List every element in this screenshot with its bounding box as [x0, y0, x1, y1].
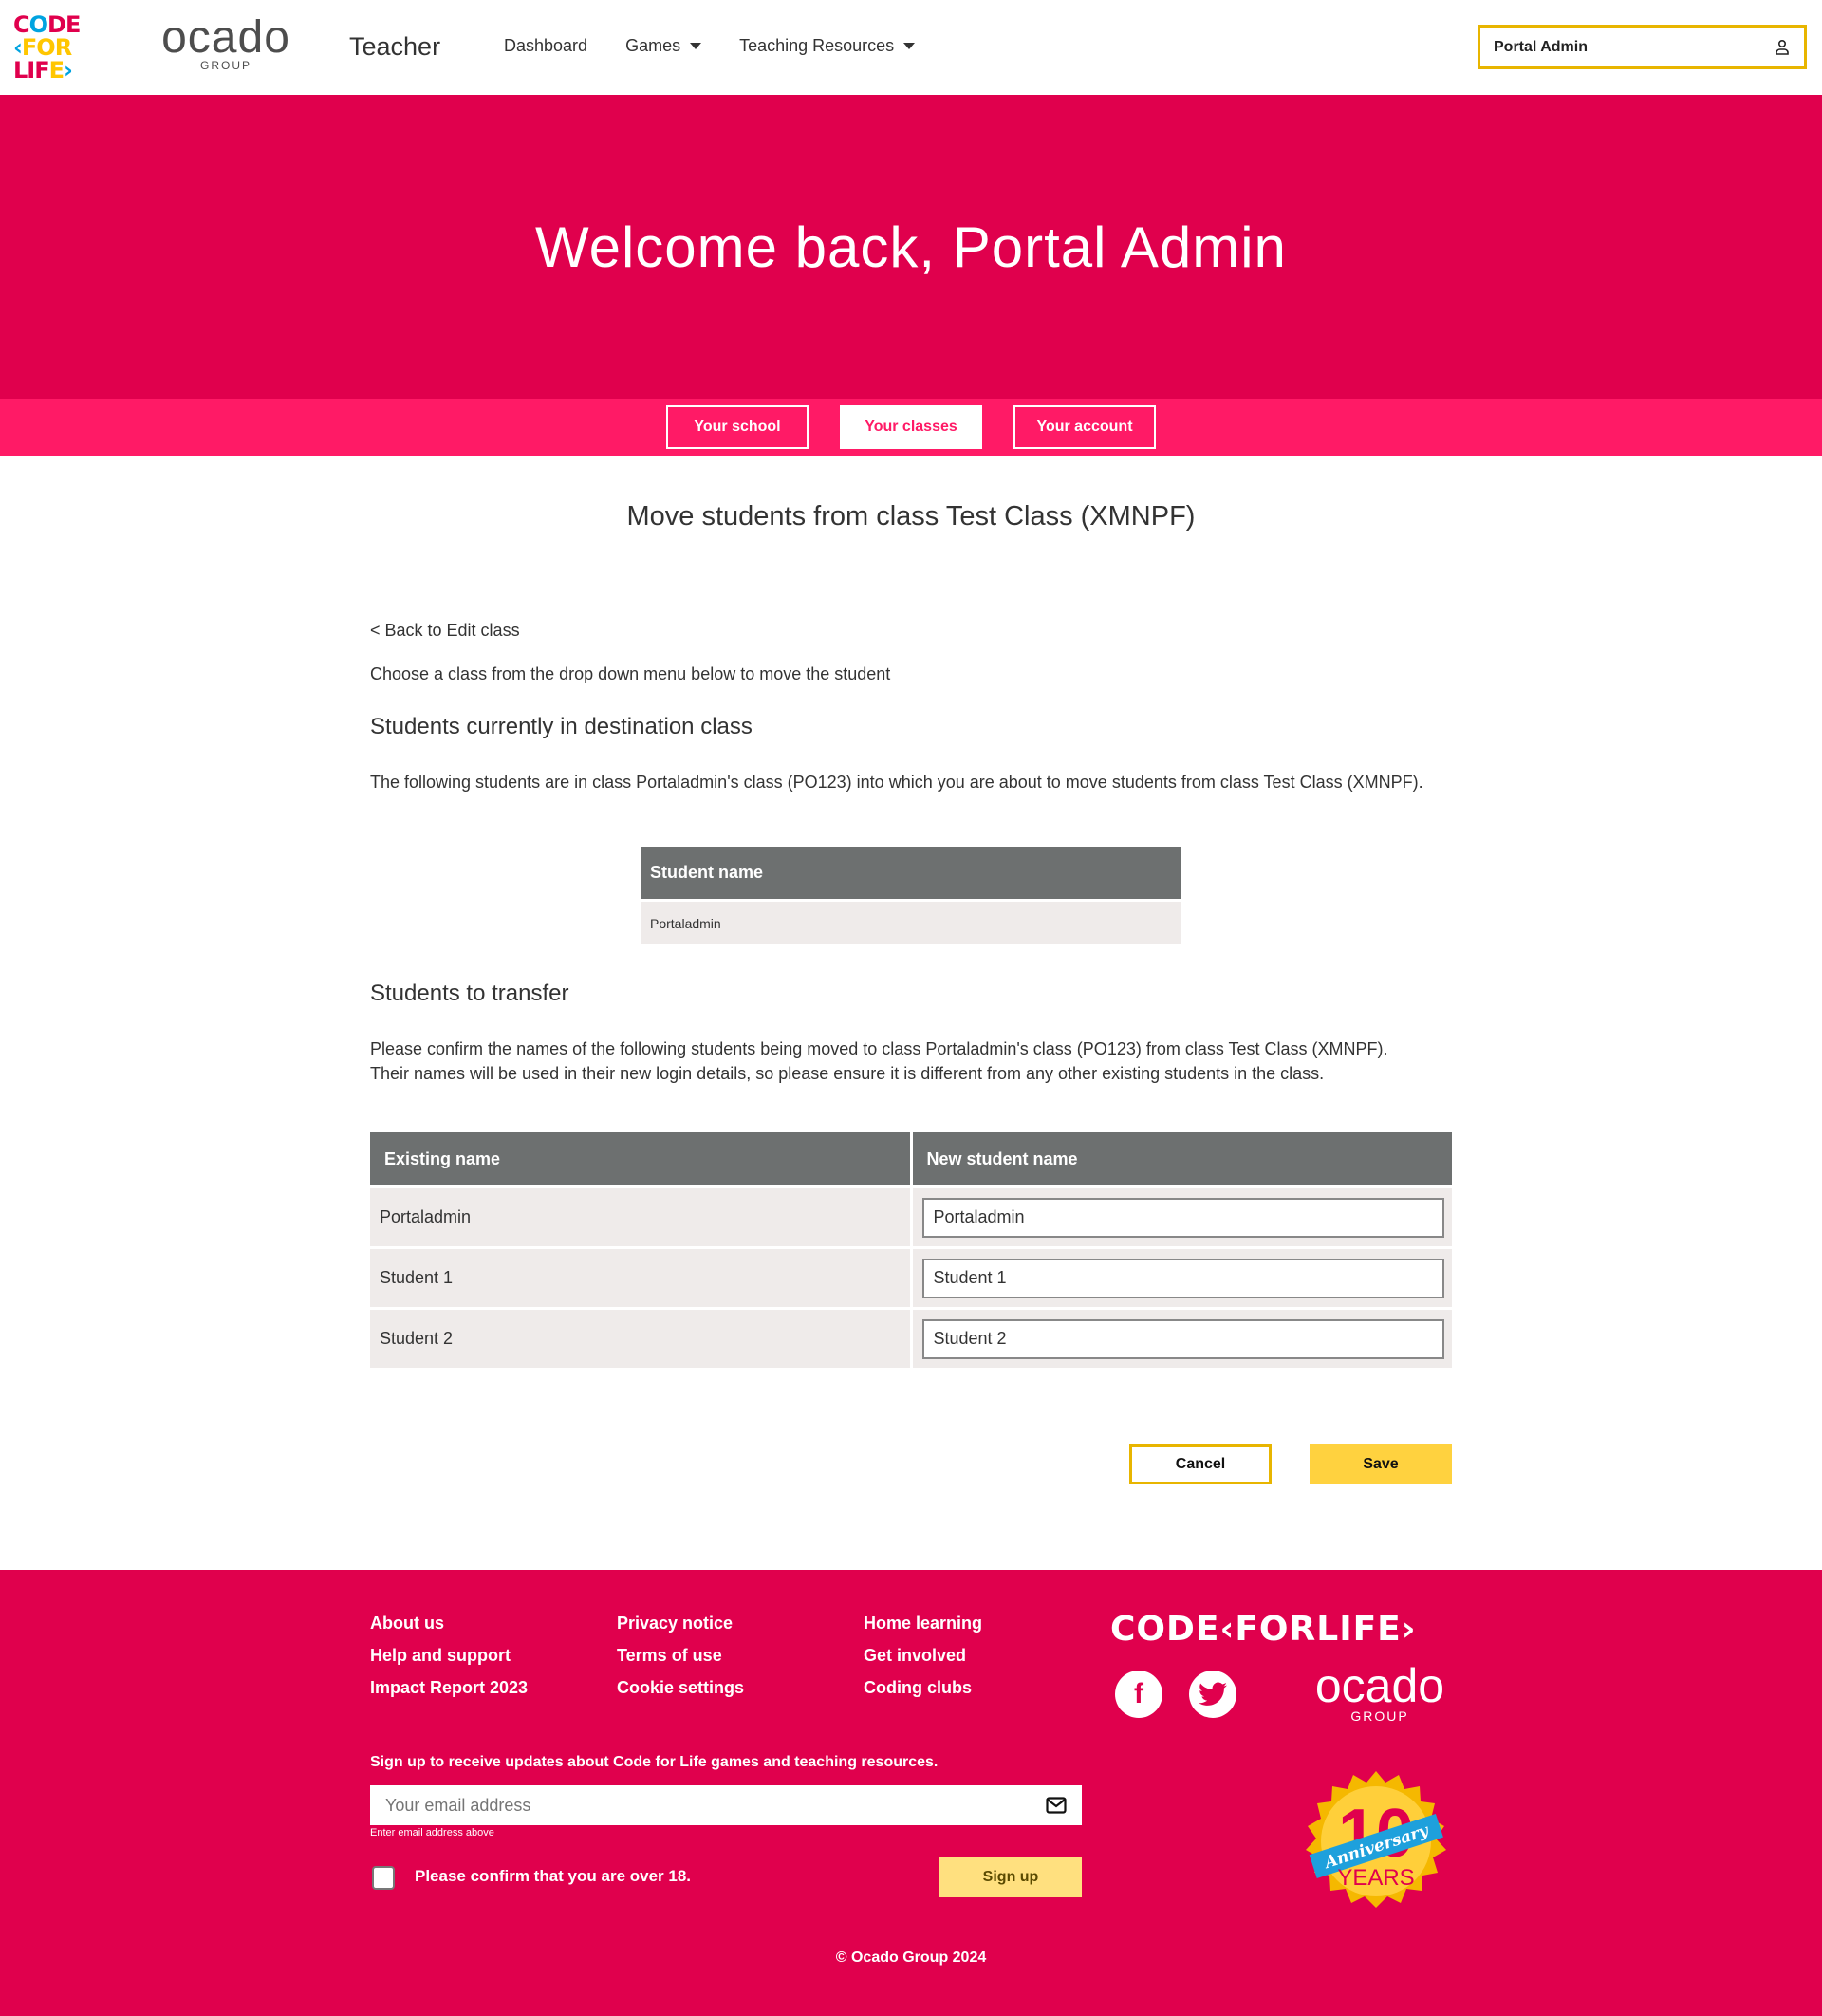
new-student-name-input[interactable]	[921, 1258, 1444, 1298]
nav-dashboard[interactable]: Dashboard	[504, 36, 587, 56]
age-confirm-label: Please confirm that you are over 18.	[415, 1867, 692, 1885]
existing-name: Student 2	[370, 1310, 910, 1368]
welcome-banner: Welcome back, Portal Admin	[0, 95, 1822, 399]
footer-link-home-learning[interactable]: Home learning	[864, 1614, 1110, 1633]
tab-your-classes[interactable]: Your classes	[840, 405, 982, 449]
email-input[interactable]	[385, 1795, 955, 1816]
footer-code-for-life-logo: CODE‹FORLIFE›	[1110, 1610, 1417, 1649]
cancel-button[interactable]: Cancel	[1129, 1444, 1272, 1484]
existing-name: Student 1	[370, 1249, 910, 1307]
twitter-icon[interactable]	[1189, 1671, 1236, 1718]
transfer-description-line2: Their names will be used in their new lo…	[370, 1064, 1325, 1083]
existing-name: Portaladmin	[370, 1188, 910, 1246]
table-row: Portaladmin	[641, 902, 1181, 944]
caret-down-icon	[690, 43, 702, 49]
destination-description: The following students are in class Port…	[370, 773, 1423, 792]
facebook-icon[interactable]: f	[1115, 1671, 1162, 1718]
badge-years: YEARS	[1337, 1865, 1414, 1891]
table-header-student-name: Student name	[641, 847, 1181, 899]
user-name: Portal Admin	[1494, 38, 1588, 55]
ocado-group-logo[interactable]: ocado GROUP	[155, 15, 297, 78]
transfer-heading: Students to transfer	[370, 980, 569, 1006]
envelope-icon	[1046, 1797, 1067, 1814]
email-field-container	[370, 1785, 1082, 1825]
footer-link-about-us[interactable]: About us	[370, 1614, 617, 1633]
footer-link-cookie-settings[interactable]: Cookie settings	[617, 1678, 864, 1698]
footer-link-privacy-notice[interactable]: Privacy notice	[617, 1614, 864, 1633]
ten-years-anniversary-badge: 10 Anniversary YEARS	[1306, 1771, 1446, 1908]
email-hint: Enter email address above	[370, 1827, 494, 1839]
main-nav: Dashboard Games Teaching Resources	[504, 36, 953, 56]
nav-teaching-resources[interactable]: Teaching Resources	[739, 36, 916, 56]
code-for-life-logo[interactable]: CODE ‹FOR LIFE›	[13, 13, 91, 82]
social-links: f	[1115, 1671, 1236, 1718]
transfer-description-line1: Please confirm the names of the followin…	[370, 1039, 1388, 1058]
column-header-new-name: New student name	[912, 1132, 1452, 1185]
copyright: © Ocado Group 2024	[835, 1950, 987, 1966]
table-row: Student 1	[370, 1249, 1452, 1307]
footer-link-impact-report[interactable]: Impact Report 2023	[370, 1678, 617, 1698]
tab-your-account[interactable]: Your account	[1013, 405, 1156, 449]
column-header-existing-name: Existing name	[370, 1132, 910, 1185]
footer-link-terms-of-use[interactable]: Terms of use	[617, 1646, 864, 1666]
footer-link-help-support[interactable]: Help and support	[370, 1646, 617, 1666]
footer-link-get-involved[interactable]: Get involved	[864, 1646, 1110, 1666]
footer-link-coding-clubs[interactable]: Coding clubs	[864, 1678, 1110, 1698]
back-to-edit-class-link[interactable]: < Back to Edit class	[370, 621, 520, 641]
age-confirm-checkbox[interactable]	[372, 1866, 395, 1890]
tab-your-school[interactable]: Your school	[666, 405, 809, 449]
destination-students-table: Student name Portaladmin	[641, 847, 1181, 944]
save-button[interactable]: Save	[1310, 1444, 1452, 1484]
footer-ocado-logo: ocado GROUP	[1314, 1659, 1445, 1724]
destination-heading: Students currently in destination class	[370, 714, 753, 739]
table-row: Student 2	[370, 1310, 1452, 1368]
app-title: Teacher	[349, 32, 441, 61]
page-title: Move students from class Test Class (XMN…	[626, 501, 1196, 532]
sign-up-button[interactable]: Sign up	[939, 1857, 1082, 1897]
intro-text: Choose a class from the drop down menu b…	[370, 664, 891, 683]
nav-games[interactable]: Games	[625, 36, 702, 56]
footer-links: About us Privacy notice Home learning He…	[370, 1614, 1110, 1698]
new-student-name-input[interactable]	[921, 1197, 1444, 1238]
transfer-students-table: Existing name New student name Portaladm…	[370, 1132, 1452, 1371]
new-student-name-input[interactable]	[921, 1318, 1444, 1359]
newsletter-text: Sign up to receive updates about Code fo…	[370, 1754, 939, 1770]
footer: About us Privacy notice Home learning He…	[0, 1570, 1822, 2016]
welcome-heading: Welcome back, Portal Admin	[535, 215, 1287, 279]
user-menu-button[interactable]: Portal Admin	[1478, 25, 1807, 69]
person-icon	[1776, 39, 1789, 55]
sub-navigation: Your school Your classes Your account	[0, 399, 1822, 456]
top-header: CODE ‹FOR LIFE› ocado GROUP Teacher Dash…	[0, 0, 1822, 95]
table-row: Portaladmin	[370, 1188, 1452, 1246]
caret-down-icon	[903, 43, 916, 49]
